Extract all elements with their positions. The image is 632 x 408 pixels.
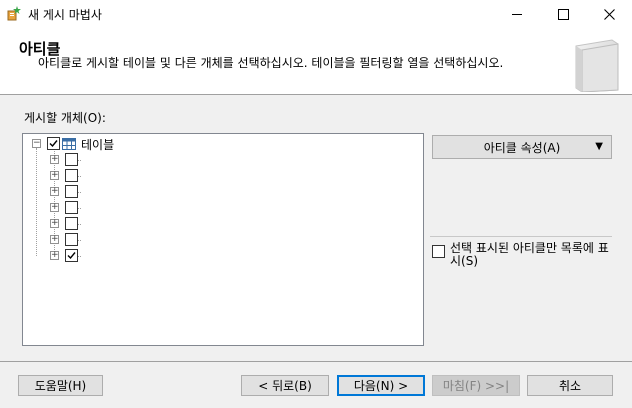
expand-icon[interactable]: + [50,155,59,164]
expand-icon[interactable]: + [50,235,59,244]
article-checkbox[interactable] [65,217,78,230]
objects-tree[interactable]: − 테이블 + + + + + + + [22,133,424,346]
title-bar: 새 게시 마법사 [0,0,632,28]
next-button[interactable]: 다음(N) > [337,375,425,396]
close-icon [603,8,615,20]
tree-connector [36,148,37,256]
objects-label: 게시할 개체(O): [24,111,106,125]
tree-connector [78,240,81,241]
window-title: 새 게시 마법사 [28,8,102,22]
close-button[interactable] [586,0,632,28]
table-icon [62,138,76,150]
finish-button: 마침(F) >>| [432,375,520,396]
tree-connector [78,224,81,225]
divider [430,236,612,237]
divider [0,361,632,362]
root-checkbox[interactable] [47,137,60,150]
maximize-icon [557,8,569,20]
tree-connector [78,176,81,177]
article-checkbox[interactable] [65,169,78,182]
book-icon [575,39,619,92]
expand-icon[interactable]: + [50,219,59,228]
wizard-header: 아티클 아티클로 게시할 테이블 및 다른 개체를 선택하십시오. 테이블을 필… [0,28,632,95]
help-button[interactable]: 도움말(H) [18,375,103,396]
tree-connector [78,192,81,193]
tree-connector [78,208,81,209]
collapse-icon[interactable]: − [32,139,41,148]
page-description: 아티클로 게시할 테이블 및 다른 개체를 선택하십시오. 테이블을 필터링할 … [38,56,504,70]
expand-icon[interactable]: + [50,203,59,212]
minimize-button[interactable] [494,0,540,28]
show-checked-only-checkbox[interactable] [432,245,445,258]
back-button[interactable]: < 뒤로(B) [241,375,329,396]
cancel-button[interactable]: 취소 [527,375,613,396]
expand-icon[interactable]: + [50,187,59,196]
article-properties-button[interactable]: 아티클 속성(A) ▼ [432,135,612,159]
article-checkbox[interactable] [65,185,78,198]
article-checkbox[interactable] [65,249,78,262]
tree-connector [78,160,81,161]
expand-icon[interactable]: + [50,171,59,180]
wizard-icon [7,6,21,21]
show-checked-only-label[interactable]: 선택 표시된 아티클만 목록에 표시(S) [450,242,615,268]
tree-root-label[interactable]: 테이블 [81,136,114,153]
dropdown-arrow-icon: ▼ [595,141,603,152]
minimize-icon [512,13,522,15]
expand-icon[interactable]: + [50,251,59,260]
article-checkbox[interactable] [65,233,78,246]
maximize-button[interactable] [540,0,586,28]
article-properties-label: 아티클 속성(A) [483,140,561,155]
article-checkbox[interactable] [65,201,78,214]
article-checkbox[interactable] [65,153,78,166]
tree-connector [78,256,81,257]
